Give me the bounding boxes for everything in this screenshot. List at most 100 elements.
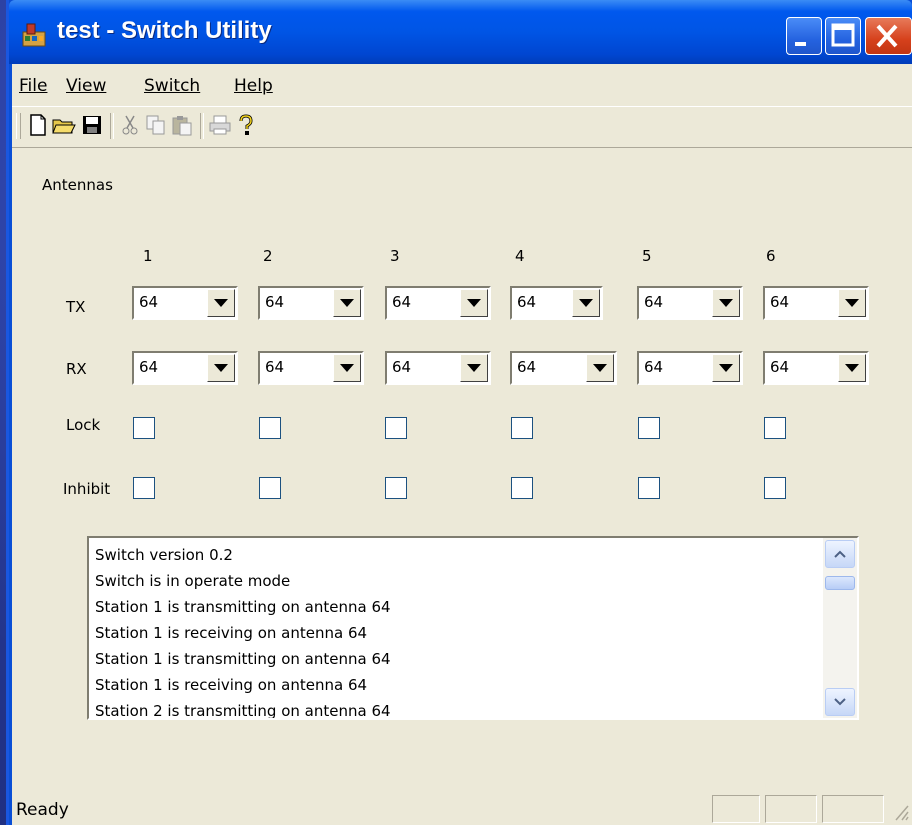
rx-antenna-select-2[interactable]: 64 — [258, 351, 364, 385]
chevron-down-icon — [834, 698, 846, 706]
minimize-button[interactable] — [786, 17, 822, 55]
scroll-thumb[interactable] — [825, 576, 855, 590]
dropdown-arrow-icon[interactable] — [838, 354, 866, 382]
log-listbox[interactable]: Switch version 0.2 Switch is in operate … — [87, 536, 859, 720]
log-scrollbar[interactable] — [823, 538, 857, 718]
menu-switch-label: Switch — [144, 76, 201, 96]
dropdown-arrow-icon[interactable] — [460, 289, 488, 317]
log-line[interactable]: Station 1 is receiving on antenna 64 — [95, 672, 391, 698]
print-button[interactable] — [208, 113, 232, 137]
minimize-icon — [795, 42, 806, 46]
tx-value-1: 64 — [139, 293, 159, 311]
lock-checkbox-2[interactable] — [259, 417, 281, 439]
chevron-up-icon — [834, 550, 846, 558]
tx-value-2: 64 — [265, 293, 285, 311]
new-button[interactable] — [26, 113, 50, 137]
inhibit-row-label: Inhibit — [63, 480, 111, 498]
maximize-icon — [831, 23, 855, 47]
status-bar: Ready — [12, 792, 912, 825]
menu-file[interactable]: File — [19, 76, 47, 96]
dropdown-arrow-icon[interactable] — [712, 354, 740, 382]
log-line[interactable]: Station 1 is receiving on antenna 64 — [95, 620, 391, 646]
title-bar[interactable]: test - Switch Utility — [9, 0, 912, 64]
toolbar — [12, 106, 912, 148]
column-header-6: 6 — [766, 247, 776, 265]
close-icon — [876, 24, 898, 48]
rx-antenna-select-5[interactable]: 64 — [637, 351, 743, 385]
lock-checkbox-1[interactable] — [133, 417, 155, 439]
log-line[interactable]: Station 1 is transmitting on antenna 64 — [95, 594, 391, 620]
menu-view[interactable]: View — [66, 76, 106, 96]
tx-antenna-select-5[interactable]: 64 — [637, 286, 743, 320]
rx-antenna-select-3[interactable]: 64 — [385, 351, 491, 385]
rx-value-5: 64 — [644, 358, 664, 376]
tx-antenna-select-1[interactable]: 64 — [132, 286, 238, 320]
maximize-button[interactable] — [825, 17, 861, 55]
window-title: test - Switch Utility — [57, 17, 272, 44]
lock-checkbox-6[interactable] — [764, 417, 786, 439]
lock-checkbox-4[interactable] — [511, 417, 533, 439]
print-icon — [209, 115, 231, 135]
new-file-icon — [30, 114, 46, 136]
dropdown-arrow-icon[interactable] — [586, 354, 614, 382]
save-button[interactable] — [80, 113, 104, 137]
dropdown-arrow-icon[interactable] — [460, 354, 488, 382]
dropdown-arrow-icon[interactable] — [333, 354, 361, 382]
rx-row-label: RX — [66, 360, 87, 378]
column-header-4: 4 — [515, 247, 525, 265]
inhibit-checkbox-3[interactable] — [385, 477, 407, 499]
inhibit-checkbox-2[interactable] — [259, 477, 281, 499]
dropdown-arrow-icon[interactable] — [712, 289, 740, 317]
tx-value-5: 64 — [644, 293, 664, 311]
dropdown-arrow-icon[interactable] — [207, 354, 235, 382]
copy-button[interactable] — [144, 113, 168, 137]
scroll-down-button[interactable] — [825, 688, 855, 716]
log-line[interactable]: Switch version 0.2 — [95, 542, 391, 568]
cut-button[interactable] — [118, 113, 142, 137]
inhibit-checkbox-5[interactable] — [638, 477, 660, 499]
tx-antenna-select-2[interactable]: 64 — [258, 286, 364, 320]
column-header-1: 1 — [143, 247, 153, 265]
tx-antenna-select-3[interactable]: 64 — [385, 286, 491, 320]
inhibit-checkbox-6[interactable] — [764, 477, 786, 499]
column-header-5: 5 — [642, 247, 652, 265]
lock-checkbox-3[interactable] — [385, 417, 407, 439]
log-line[interactable]: Station 1 is transmitting on antenna 64 — [95, 646, 391, 672]
inhibit-checkbox-1[interactable] — [133, 477, 155, 499]
toolbar-grip[interactable] — [16, 113, 21, 139]
toolbar-separator — [200, 113, 204, 139]
resize-grip-icon[interactable] — [892, 800, 910, 822]
status-text: Ready — [16, 800, 69, 820]
open-button[interactable] — [52, 113, 76, 137]
dropdown-arrow-icon[interactable] — [838, 289, 866, 317]
log-line[interactable]: Station 2 is transmitting on antenna 64 — [95, 698, 391, 718]
tx-antenna-select-6[interactable]: 64 — [763, 286, 869, 320]
open-folder-icon — [52, 119, 76, 134]
tx-value-3: 64 — [392, 293, 412, 311]
dropdown-arrow-icon[interactable] — [207, 289, 235, 317]
rx-antenna-select-1[interactable]: 64 — [132, 351, 238, 385]
column-header-3: 3 — [390, 247, 400, 265]
rx-value-1: 64 — [139, 358, 159, 376]
rx-antenna-select-4[interactable]: 64 — [510, 351, 617, 385]
menu-bar: File View Switch Help — [12, 64, 912, 100]
rx-value-3: 64 — [392, 358, 412, 376]
paste-button[interactable] — [170, 113, 194, 137]
paste-icon — [172, 116, 192, 136]
status-pane — [712, 795, 760, 823]
inhibit-checkbox-4[interactable] — [511, 477, 533, 499]
menu-help[interactable]: Help — [234, 76, 273, 96]
log-line[interactable]: Switch is in operate mode — [95, 568, 391, 594]
dropdown-arrow-icon[interactable] — [333, 289, 361, 317]
help-button[interactable] — [234, 113, 258, 137]
tx-antenna-select-4[interactable]: 64 — [510, 286, 603, 320]
menu-switch[interactable]: Switch — [144, 76, 200, 96]
lock-checkbox-5[interactable] — [638, 417, 660, 439]
close-button[interactable] — [865, 17, 912, 55]
antennas-group-label: Antennas — [42, 176, 113, 194]
dropdown-arrow-icon[interactable] — [572, 289, 600, 317]
lock-row-label: Lock — [66, 416, 101, 434]
rx-antenna-select-6[interactable]: 64 — [763, 351, 869, 385]
tx-value-4: 64 — [517, 293, 537, 311]
scroll-up-button[interactable] — [825, 540, 855, 568]
